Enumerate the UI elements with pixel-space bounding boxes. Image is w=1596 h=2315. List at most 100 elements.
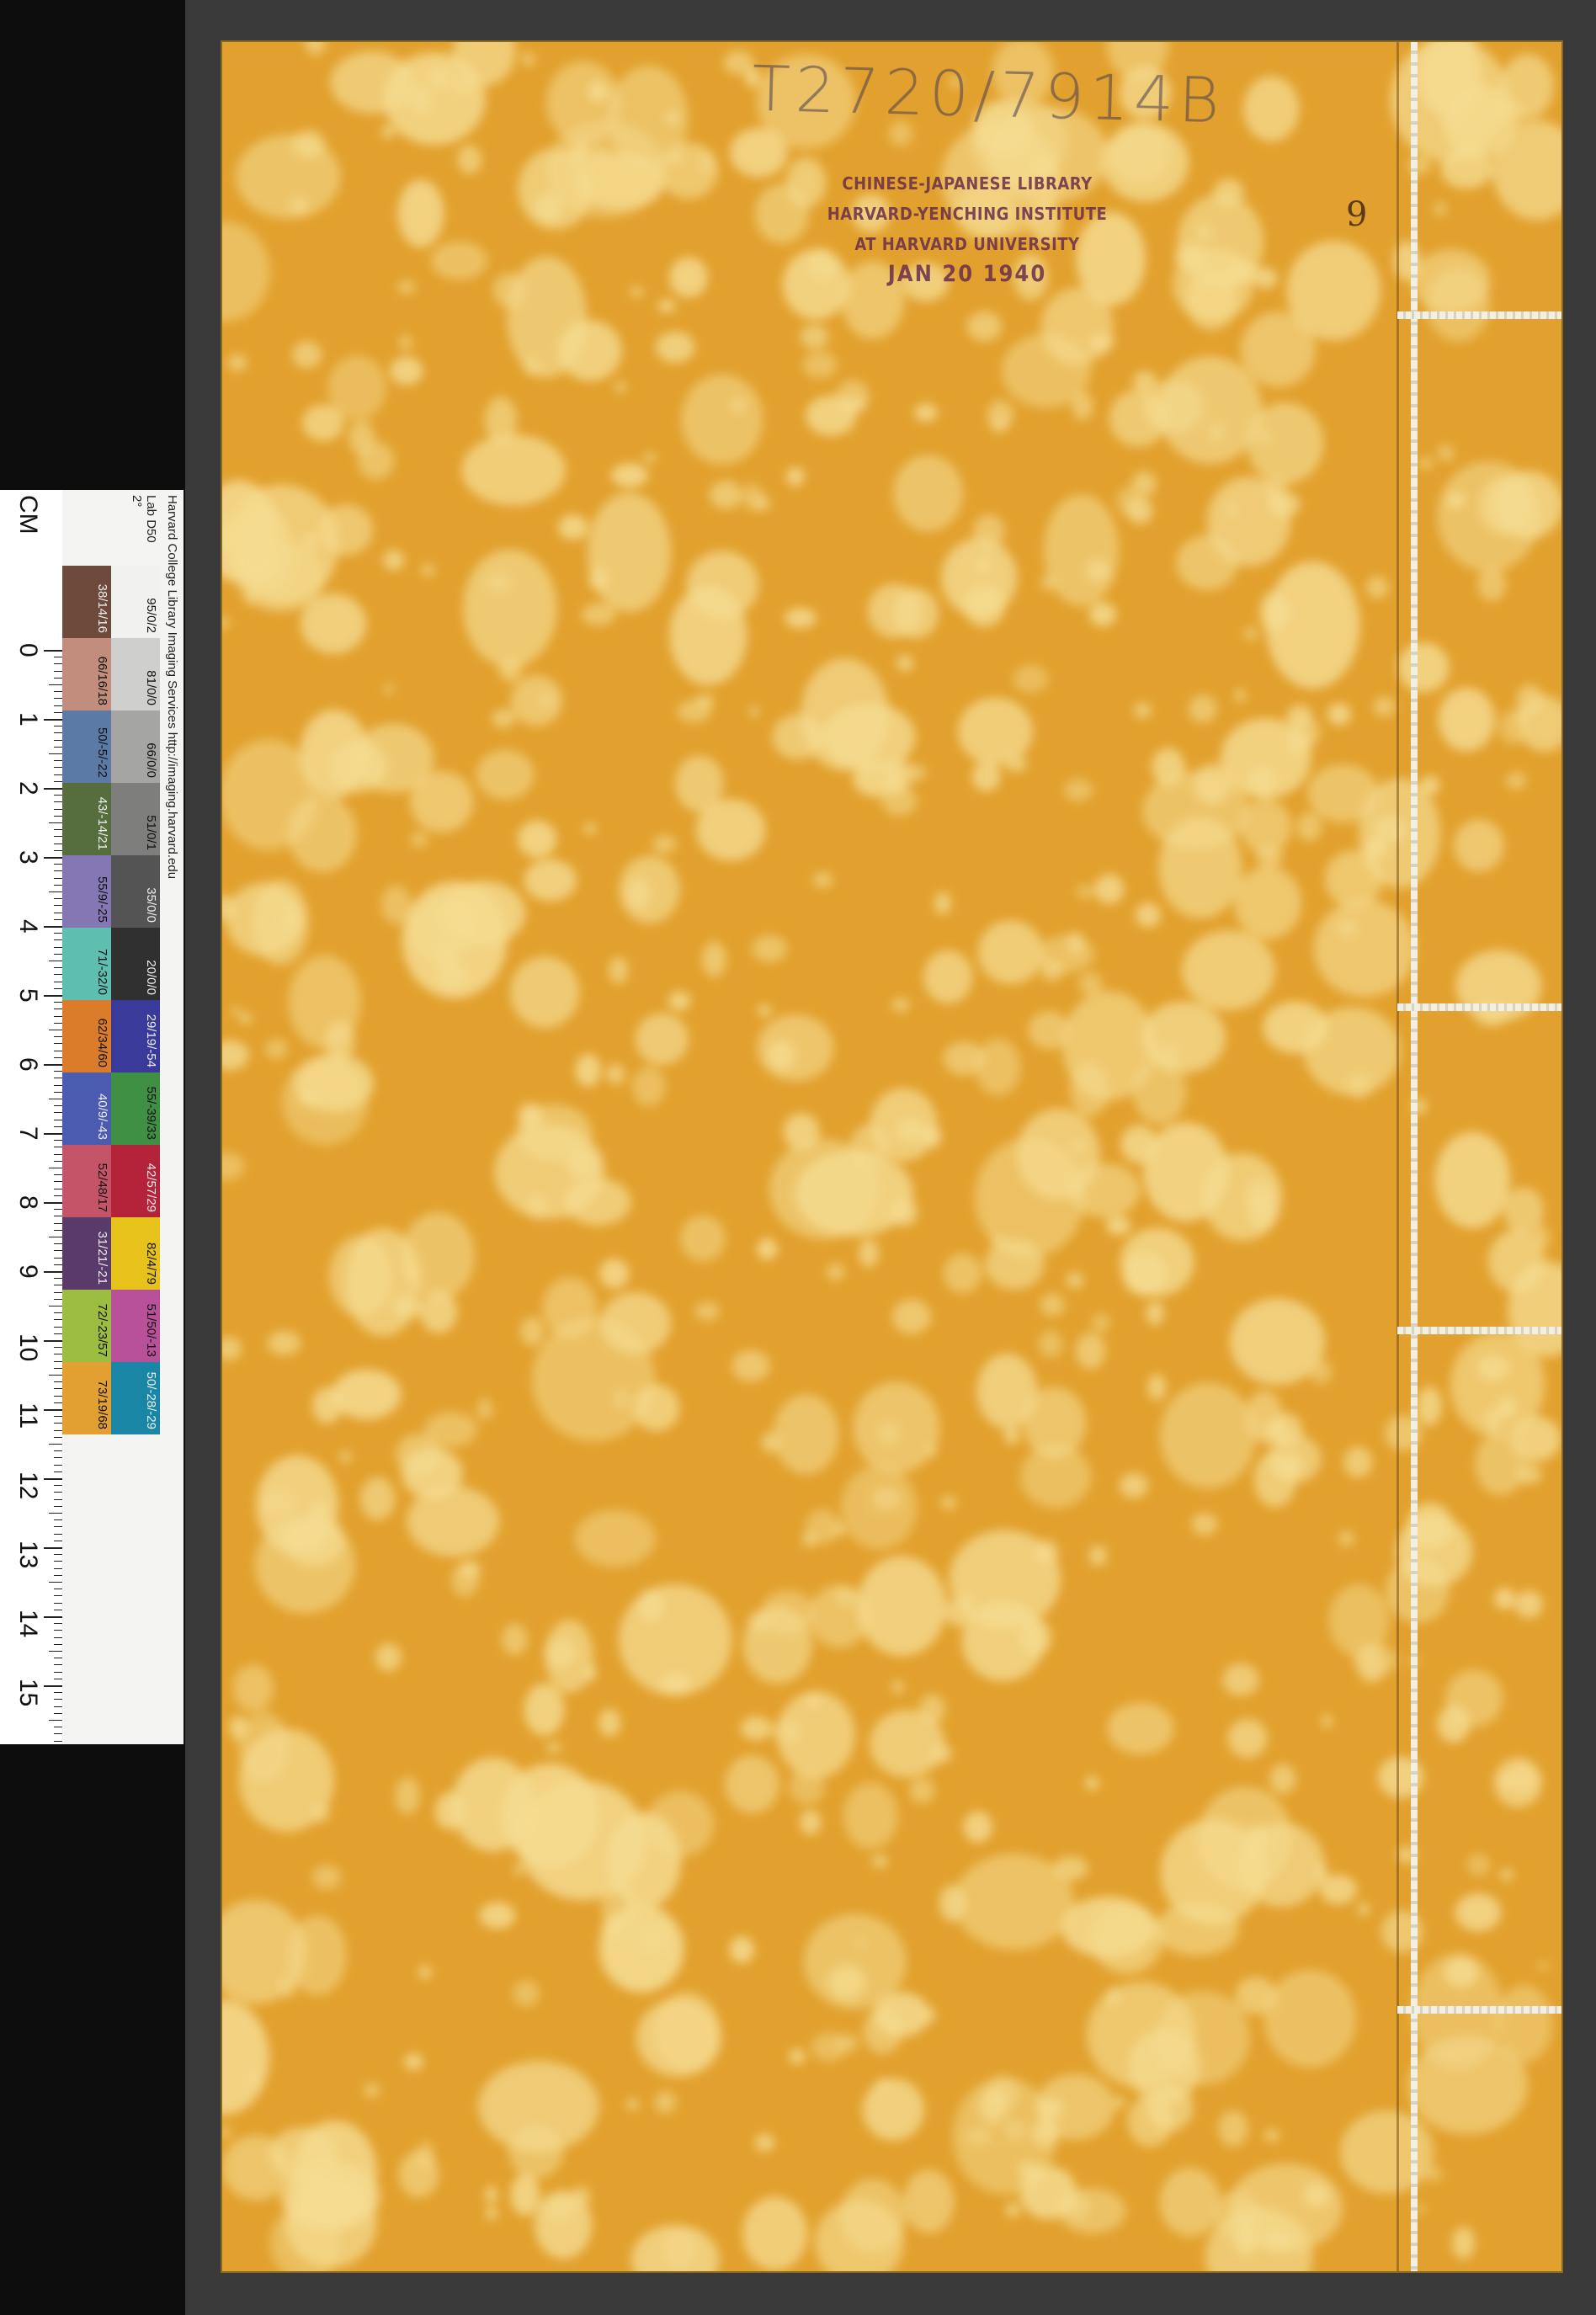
marbling-spot	[311, 1387, 343, 1424]
ruler-minor-tick	[54, 1015, 62, 1017]
marbling-spot	[235, 134, 341, 219]
marbling-spot	[1450, 1332, 1545, 1437]
marbling-spot	[984, 1239, 1045, 1290]
ruler-minor-tick	[54, 1712, 62, 1714]
patch-label: 62/34/60	[95, 1018, 109, 1067]
marbling-spot	[1247, 402, 1324, 484]
patch-label: 51/50/-13	[144, 1303, 158, 1357]
marbling-spot	[785, 466, 805, 487]
ruler-major-tick	[44, 1409, 62, 1411]
ruler-number: 14	[14, 1610, 42, 1638]
marbling-spot	[1013, 664, 1049, 694]
marbling-spot	[396, 1433, 442, 1477]
color-patch: 43/-14/21	[62, 783, 111, 855]
ruler-minor-tick	[54, 1140, 62, 1142]
ruler-minor-tick	[54, 870, 62, 872]
marbling-spot	[256, 1455, 339, 1556]
marbling-spot	[1338, 1530, 1354, 1547]
marbling-spot	[510, 2174, 540, 2216]
ruler-minor-tick	[54, 1056, 62, 1058]
ruler-number: 5	[14, 988, 42, 1003]
ruler-minor-tick	[54, 815, 62, 817]
marbling-spot	[1264, 2129, 1280, 2142]
patch-label: 35/0/0	[144, 887, 158, 923]
marbling-spot	[462, 549, 557, 668]
marbling-spot	[992, 1235, 1003, 1248]
marbling-spot	[1105, 1216, 1131, 1235]
marbling-spot	[1070, 1062, 1109, 1117]
marbling-spot	[1365, 838, 1385, 857]
marbling-spot	[544, 1637, 577, 1668]
marbling-spot	[491, 709, 516, 728]
marbling-spot	[626, 877, 651, 910]
ruler-minor-tick	[54, 1347, 62, 1349]
marbling-spot	[1437, 444, 1455, 462]
ruler-minor-tick	[54, 1257, 62, 1259]
ruler-major-tick	[44, 719, 62, 721]
ruler-minor-tick	[54, 767, 62, 769]
marbling-spot	[1416, 1386, 1443, 1426]
marbling-spot	[963, 1811, 992, 1843]
binding-stitch	[1397, 2006, 1561, 2014]
marbling-spot	[1536, 1961, 1550, 1971]
marbling-spot	[1040, 575, 1057, 591]
ruler-minor-tick	[49, 1513, 62, 1514]
marbling-spot	[383, 684, 394, 694]
marbling-spot	[1494, 1588, 1515, 1610]
ruler-minor-tick	[54, 933, 62, 934]
marbling-spot	[903, 2169, 955, 2233]
color-patch: 72/-23/57	[62, 1290, 111, 1362]
marbling-spot	[709, 480, 742, 509]
marbling-spot	[965, 2127, 992, 2147]
marbling-spot	[840, 1465, 918, 1550]
marbling-spot	[773, 1717, 802, 1745]
marbling-spot	[1466, 1853, 1490, 1876]
marbling-spot	[521, 52, 535, 67]
ruler-minor-tick	[54, 1567, 62, 1569]
marbling-spot	[1088, 1545, 1108, 1567]
marbling-spot	[1075, 884, 1095, 899]
marbling-spot	[599, 1258, 630, 1289]
ruler-number: 3	[14, 850, 42, 865]
marbling-spot	[611, 463, 648, 488]
marbling-spot	[1146, 2084, 1194, 2131]
gray-patch: 81/0/0	[111, 638, 160, 710]
marbling-spot	[630, 286, 643, 298]
ruler-minor-tick	[54, 1174, 62, 1176]
marbling-spot	[1155, 1990, 1251, 2085]
marbling-spot	[893, 588, 939, 639]
marbling-spot	[563, 1178, 631, 1226]
marbling-spot	[1243, 625, 1258, 641]
ruler-minor-tick	[54, 1416, 62, 1418]
ruler-minor-tick	[54, 1388, 62, 1390]
marbling-spot	[396, 280, 417, 295]
marbling-spot	[633, 1384, 680, 1432]
marbling-spot	[1496, 1984, 1553, 2063]
ruler-minor-tick	[54, 974, 62, 976]
color-patch: 71/-32/0	[62, 928, 111, 1000]
marbling-spot	[961, 1600, 1045, 1682]
patch-label: 40/9/-43	[95, 1093, 109, 1140]
patch-label: 66/16/18	[95, 656, 109, 705]
marbling-spot	[769, 1138, 879, 1240]
marbling-spot	[754, 2133, 775, 2153]
ruler-major-tick	[44, 650, 62, 652]
ruler-minor-tick	[54, 670, 62, 672]
marbling-spot	[1132, 370, 1157, 392]
ruler-minor-tick	[54, 1291, 62, 1293]
ruler-minor-tick	[54, 1485, 62, 1487]
marbling-spot	[1105, 1987, 1121, 2006]
patch-label: 55/-39/33	[144, 1086, 158, 1140]
marbling-spot	[1146, 1301, 1164, 1326]
marbling-spot	[498, 657, 523, 682]
marbling-spot	[811, 2032, 848, 2062]
ruler-minor-tick	[54, 884, 62, 886]
marbling-spot	[391, 1294, 423, 1320]
marbling-spot	[1339, 2110, 1434, 2194]
marbling-spot	[1328, 1583, 1390, 1658]
marbling-spot	[954, 1853, 1075, 1950]
ruler-minor-tick	[54, 1105, 62, 1107]
marbling-spot	[380, 885, 412, 925]
marbling-spot	[676, 700, 711, 723]
marbling-spot	[236, 541, 325, 612]
